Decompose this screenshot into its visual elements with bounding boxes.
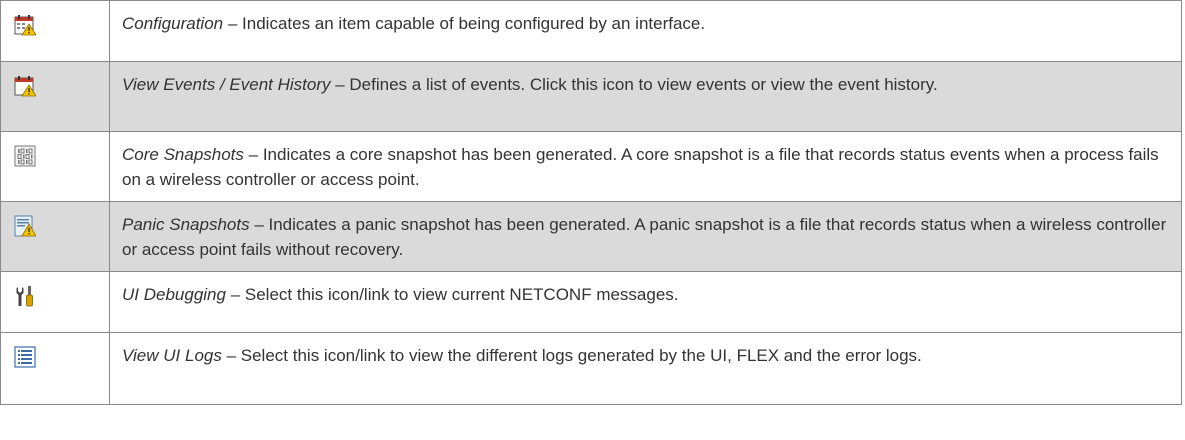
- binary-snapshot-icon: [14, 145, 36, 167]
- description-cell: UI Debugging – Select this icon/link to …: [109, 271, 1182, 333]
- separator: –: [330, 75, 350, 94]
- icon-cell: [0, 0, 110, 62]
- table-row: View UI Logs – Select this icon/link to …: [0, 332, 1182, 405]
- description-text: Select this icon/link to view the differ…: [240, 346, 922, 365]
- description-text: Defines a list of events. Click this ico…: [349, 75, 938, 94]
- table-row: Configuration – Indicates an item capabl…: [0, 0, 1182, 62]
- separator: –: [223, 14, 243, 33]
- term-label: View UI Logs: [122, 346, 222, 365]
- description-cell: View Events / Event History – Defines a …: [109, 61, 1182, 132]
- description-cell: Configuration – Indicates an item capabl…: [109, 0, 1182, 62]
- description-cell: View UI Logs – Select this icon/link to …: [109, 332, 1182, 405]
- description-text: Indicates a core snapshot has been gener…: [122, 145, 1159, 189]
- table-row: Panic Snapshots – Indicates a panic snap…: [0, 201, 1182, 272]
- table-row: UI Debugging – Select this icon/link to …: [0, 271, 1182, 333]
- description-cell: Panic Snapshots – Indicates a panic snap…: [109, 201, 1182, 272]
- separator: –: [249, 215, 269, 234]
- term-label: UI Debugging: [122, 285, 226, 304]
- term-label: Panic Snapshots: [122, 215, 250, 234]
- description-text: Indicates an item capable of being confi…: [242, 14, 706, 33]
- calendar-warning-icon: [14, 15, 36, 36]
- table-row: Core Snapshots – Indicates a core snapsh…: [0, 131, 1182, 202]
- description-text: Select this icon/link to view current NE…: [244, 285, 679, 304]
- term-label: Core Snapshots: [122, 145, 244, 164]
- icon-cell: [0, 201, 110, 272]
- separator: –: [221, 346, 241, 365]
- log-list-icon: [14, 346, 36, 368]
- separator: –: [243, 145, 263, 164]
- table-row: View Events / Event History – Defines a …: [0, 61, 1182, 132]
- calendar-events-warning-icon: [14, 76, 36, 97]
- icon-cell: [0, 271, 110, 333]
- icon-cell: [0, 131, 110, 202]
- separator: –: [225, 285, 245, 304]
- icon-cell: [0, 61, 110, 132]
- term-label: View Events / Event History: [122, 75, 331, 94]
- icon-reference-table: Configuration – Indicates an item capabl…: [0, 0, 1182, 405]
- document-warning-icon: [14, 215, 36, 237]
- icon-cell: [0, 332, 110, 405]
- wrench-screwdriver-icon: [16, 286, 33, 307]
- term-label: Configuration: [122, 14, 224, 33]
- description-cell: Core Snapshots – Indicates a core snapsh…: [109, 131, 1182, 202]
- description-text: Indicates a panic snapshot has been gene…: [122, 215, 1167, 259]
